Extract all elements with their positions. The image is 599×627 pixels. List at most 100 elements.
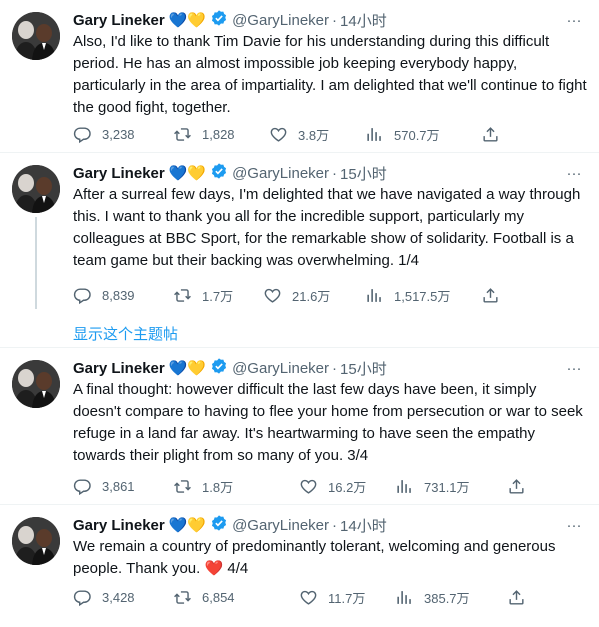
verified-badge-icon xyxy=(210,162,228,184)
separator-dot: · xyxy=(332,164,338,182)
retweet-button[interactable]: 1.7万 xyxy=(173,286,263,305)
author-name[interactable]: Gary Lineker xyxy=(73,517,165,534)
timeline: Gary Lineker 💙💛 @GaryLineker · 14小时 ··· … xyxy=(0,0,599,627)
retweet-count: 1.7万 xyxy=(202,288,234,304)
reply-button[interactable]: 3,861 xyxy=(73,477,173,496)
like-button[interactable]: 3.8万 xyxy=(269,125,365,144)
like-icon xyxy=(263,286,282,305)
heart-emoji-icon: 💙💛 xyxy=(168,165,207,182)
reply-button[interactable]: 3,238 xyxy=(73,125,173,144)
reply-icon xyxy=(73,588,92,607)
more-icon[interactable]: ··· xyxy=(561,7,587,33)
like-icon xyxy=(269,125,288,144)
heart-emoji-icon: 💙💛 xyxy=(168,517,207,534)
like-icon xyxy=(299,477,318,496)
reply-count: 3,238 xyxy=(102,126,135,142)
view-count: 385.7万 xyxy=(424,590,470,606)
separator-dot: · xyxy=(332,516,338,534)
timestamp[interactable]: 14小时 xyxy=(340,10,387,31)
reply-count: 3,861 xyxy=(102,478,135,494)
share-button[interactable] xyxy=(481,286,510,305)
view-count: 570.7万 xyxy=(394,127,440,143)
reply-icon xyxy=(73,286,92,305)
like-count: 11.7万 xyxy=(328,590,366,606)
share-button[interactable] xyxy=(507,477,536,496)
tweet[interactable]: Gary Lineker 💙💛 @GaryLineker · 15小时 ··· … xyxy=(0,153,599,348)
like-count: 3.8万 xyxy=(298,127,330,143)
views-button[interactable]: 570.7万 xyxy=(365,125,481,144)
share-icon xyxy=(481,286,500,305)
tweet-text: After a surreal few days, I'm delighted … xyxy=(73,186,581,269)
views-button[interactable]: 1,517.5万 xyxy=(365,286,481,305)
more-icon[interactable]: ··· xyxy=(561,512,587,538)
reply-icon xyxy=(73,125,92,144)
view-count: 731.1万 xyxy=(424,479,470,495)
more-icon[interactable]: ··· xyxy=(561,355,587,381)
tweet-text-tail: 4/4 xyxy=(227,560,249,577)
tweet-text: Also, I'd like to thank Tim Davie for hi… xyxy=(73,33,587,116)
thread-line xyxy=(35,217,37,309)
views-icon xyxy=(395,477,414,496)
retweet-icon xyxy=(173,286,192,305)
author-name[interactable]: Gary Lineker xyxy=(73,12,165,29)
share-button[interactable] xyxy=(507,588,536,607)
verified-badge-icon xyxy=(210,357,228,379)
retweet-count: 6,854 xyxy=(202,589,235,605)
author-name[interactable]: Gary Lineker xyxy=(73,360,165,377)
retweet-icon xyxy=(173,477,192,496)
author-name[interactable]: Gary Lineker xyxy=(73,165,165,182)
timestamp[interactable]: 15小时 xyxy=(340,358,387,379)
reply-count: 3,428 xyxy=(102,589,135,605)
share-button[interactable] xyxy=(481,125,510,144)
show-thread-link[interactable]: 显示这个主题帖 xyxy=(73,323,178,344)
tweet[interactable]: Gary Lineker 💙💛 @GaryLineker · 15小时 ··· … xyxy=(0,348,599,505)
avatar[interactable] xyxy=(12,12,60,60)
views-button[interactable]: 385.7万 xyxy=(395,588,507,607)
heart-emoji-icon: 💙💛 xyxy=(168,12,207,29)
verified-badge-icon xyxy=(210,514,228,536)
retweet-icon xyxy=(173,125,192,144)
author-handle[interactable]: @GaryLineker xyxy=(232,12,329,29)
separator-dot: · xyxy=(332,11,338,29)
views-icon xyxy=(365,286,384,305)
author-handle[interactable]: @GaryLineker xyxy=(232,360,329,377)
author-handle[interactable]: @GaryLineker xyxy=(232,517,329,534)
views-icon xyxy=(365,125,384,144)
retweet-button[interactable]: 6,854 xyxy=(173,588,299,607)
share-icon xyxy=(507,477,526,496)
retweet-count: 1.8万 xyxy=(202,479,234,495)
heart-emoji-icon: 💙💛 xyxy=(168,360,207,377)
avatar[interactable] xyxy=(12,517,60,565)
tweet-text-main: We remain a country of predominantly tol… xyxy=(73,538,556,577)
timestamp[interactable]: 14小时 xyxy=(340,515,387,536)
separator-dot: · xyxy=(332,359,338,377)
tweet-text: We remain a country of predominantly tol… xyxy=(73,536,587,580)
like-button[interactable]: 11.7万 xyxy=(299,588,395,607)
avatar[interactable] xyxy=(12,165,60,213)
retweet-count: 1,828 xyxy=(202,126,235,142)
views-button[interactable]: 731.1万 xyxy=(395,477,507,496)
tweet[interactable]: Gary Lineker 💙💛 @GaryLineker · 14小时 ··· … xyxy=(0,505,599,627)
share-icon xyxy=(481,125,500,144)
author-handle[interactable]: @GaryLineker xyxy=(232,165,329,182)
reply-button[interactable]: 8,839 xyxy=(73,286,173,305)
retweet-icon xyxy=(173,588,192,607)
like-button[interactable]: 16.2万 xyxy=(299,477,395,496)
verified-badge-icon xyxy=(210,9,228,31)
view-count: 1,517.5万 xyxy=(394,288,451,304)
retweet-button[interactable]: 1,828 xyxy=(173,125,269,144)
reply-count: 8,839 xyxy=(102,287,135,303)
like-count: 16.2万 xyxy=(328,479,367,495)
like-button[interactable]: 21.6万 xyxy=(263,286,365,305)
more-icon[interactable]: ··· xyxy=(561,160,587,186)
timestamp[interactable]: 15小时 xyxy=(340,163,387,184)
retweet-button[interactable]: 1.8万 xyxy=(173,477,299,496)
avatar[interactable] xyxy=(12,360,60,408)
red-heart-icon: ❤️ xyxy=(204,560,224,577)
reply-icon xyxy=(73,477,92,496)
views-icon xyxy=(395,588,414,607)
tweet-text: A final thought: however difficult the l… xyxy=(73,381,583,464)
reply-button[interactable]: 3,428 xyxy=(73,588,173,607)
like-icon xyxy=(299,588,318,607)
tweet[interactable]: Gary Lineker 💙💛 @GaryLineker · 14小时 ··· … xyxy=(0,0,599,153)
